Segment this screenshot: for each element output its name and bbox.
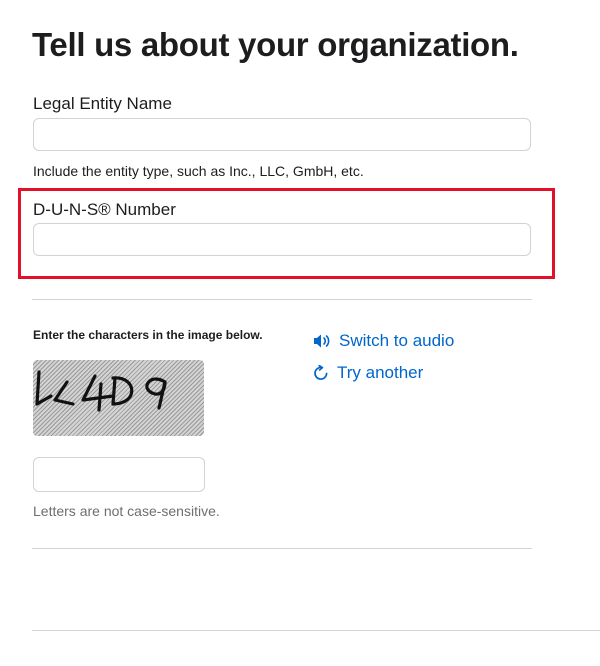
captcha-instruction: Enter the characters in the image below.	[33, 328, 263, 342]
captcha-image	[33, 360, 204, 436]
captcha-input[interactable]	[33, 457, 205, 492]
switch-to-audio-label: Switch to audio	[339, 331, 455, 350]
footer-divider	[32, 630, 600, 631]
duns-input[interactable]	[33, 223, 531, 256]
captcha-characters	[35, 370, 167, 412]
try-another-label: Try another	[337, 363, 424, 382]
legal-entity-input[interactable]	[33, 118, 531, 151]
try-another-link[interactable]: Try another	[313, 363, 423, 383]
case-sensitivity-hint: Letters are not case-sensitive.	[33, 503, 220, 519]
switch-to-audio-link[interactable]: Switch to audio	[313, 331, 454, 351]
section-divider	[32, 299, 532, 300]
refresh-icon	[313, 364, 329, 381]
legal-entity-label: Legal Entity Name	[33, 94, 172, 113]
section-divider-bottom	[32, 548, 532, 549]
legal-entity-hint: Include the entity type, such as Inc., L…	[33, 163, 364, 179]
page-title: Tell us about your organization.	[32, 26, 519, 63]
speaker-icon	[313, 333, 331, 349]
duns-label: D-U-N-S® Number	[33, 200, 176, 219]
